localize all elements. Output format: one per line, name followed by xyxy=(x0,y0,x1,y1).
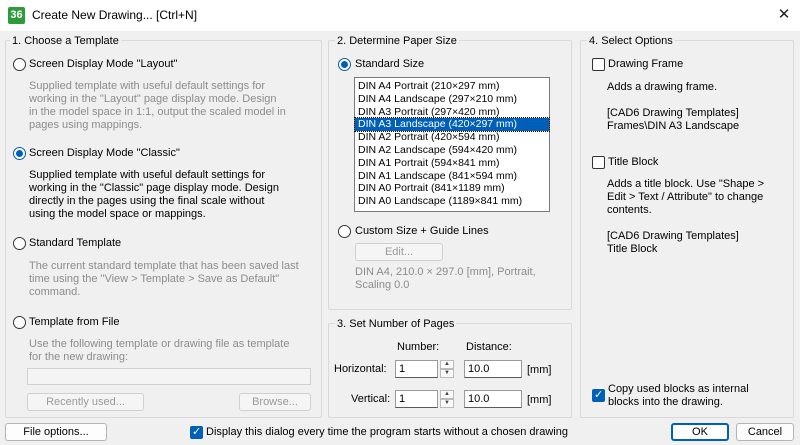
options-group xyxy=(580,40,794,418)
custom-size-radio[interactable] xyxy=(338,225,351,238)
display-dialog-label[interactable]: Display this dialog every time the progr… xyxy=(206,426,568,438)
cancel-button[interactable]: Cancel xyxy=(736,423,794,441)
edit-button[interactable]: Edit... xyxy=(355,243,443,261)
paper-size-items: DIN A4 Portrait (210×297 mm) DIN A4 Lands… xyxy=(354,80,550,208)
paper-size-item[interactable]: DIN A0 Landscape (1189×841 mm) xyxy=(355,195,549,208)
paper-size-item[interactable]: DIN A2 Portrait (420×594 mm) xyxy=(355,131,549,144)
recently-used-button[interactable]: Recently used... xyxy=(27,393,144,411)
browse-button[interactable]: Browse... xyxy=(239,393,311,411)
display-dialog-checkbox[interactable] xyxy=(190,425,203,439)
title-block-path: [CAD6 Drawing Templates] Title Block xyxy=(607,230,739,255)
paper-legend: 2. Determine Paper Size xyxy=(335,35,459,47)
paper-size-item[interactable]: DIN A1 Landscape (841×594 mm) xyxy=(355,170,549,183)
horizontal-label: Horizontal: xyxy=(334,363,387,375)
layout-description: Supplied template with useful default se… xyxy=(29,80,286,131)
spin-down-icon[interactable]: ▼ xyxy=(440,399,454,408)
template-legend: 1. Choose a Template xyxy=(10,35,121,47)
distance-header: Distance: xyxy=(466,341,512,353)
file-options-button[interactable]: File options... xyxy=(5,423,107,441)
title-block-label[interactable]: Title Block xyxy=(608,156,658,168)
template-file-radio[interactable] xyxy=(13,316,26,329)
paper-size-item[interactable]: DIN A2 Landscape (594×420 mm) xyxy=(355,144,549,157)
title-block-checkbox[interactable] xyxy=(592,156,605,169)
vertical-number-spinner[interactable]: ▲ ▼ xyxy=(440,390,454,408)
paper-size-item[interactable]: DIN A1 Portrait (594×841 mm) xyxy=(355,157,549,170)
copy-blocks-checkbox[interactable] xyxy=(592,388,605,402)
spin-up-icon[interactable]: ▲ xyxy=(440,390,454,399)
drawing-frame-label[interactable]: Drawing Frame xyxy=(608,58,683,70)
app-icon: 36 xyxy=(8,7,25,24)
drawing-frame-checkbox[interactable] xyxy=(592,58,605,71)
layout-label[interactable]: Screen Display Mode "Layout" xyxy=(29,58,177,70)
paper-size-item[interactable]: DIN A3 Portrait (297×420 mm) xyxy=(355,106,549,119)
paper-size-item[interactable]: DIN A3 Landscape (420×297 mm) xyxy=(354,117,550,133)
title-block-description: Adds a title block. Use "Shape > Edit > … xyxy=(607,178,765,216)
classic-radio[interactable] xyxy=(13,147,26,160)
spin-down-icon[interactable]: ▼ xyxy=(440,369,454,378)
vertical-unit: [mm] xyxy=(527,394,552,406)
spin-up-icon[interactable]: ▲ xyxy=(440,360,454,369)
standard-template-label[interactable]: Standard Template xyxy=(29,237,121,249)
standard-size-radio[interactable] xyxy=(338,58,351,71)
paper-size-summary: DIN A4, 210.0 × 297.0 [mm], Portrait, Sc… xyxy=(355,266,536,291)
layout-radio[interactable] xyxy=(13,58,26,71)
paper-size-item[interactable]: DIN A4 Landscape (297×210 mm) xyxy=(355,93,549,106)
options-legend: 4. Select Options xyxy=(587,35,675,47)
copy-blocks-label[interactable]: Copy used blocks as internal blocks into… xyxy=(608,383,788,409)
template-file-description: Use the following template or drawing fi… xyxy=(29,338,290,363)
window-title: Create New Drawing... [Ctrl+N] xyxy=(32,8,198,22)
drawing-frame-description: Adds a drawing frame. xyxy=(607,81,718,93)
paper-size-item[interactable]: DIN A4 Portrait (210×297 mm) xyxy=(355,80,549,93)
horizontal-distance-input[interactable]: 10.0 xyxy=(464,360,522,378)
paper-size-list[interactable]: DIN A4 Portrait (210×297 mm) DIN A4 Lands… xyxy=(354,77,550,212)
classic-description: Supplied template with useful default se… xyxy=(29,169,279,220)
standard-size-label[interactable]: Standard Size xyxy=(355,58,424,70)
horizontal-unit: [mm] xyxy=(527,364,552,376)
vertical-distance-input[interactable]: 10.0 xyxy=(464,390,522,408)
template-file-path-input[interactable] xyxy=(27,368,311,385)
vertical-number-input[interactable]: 1 xyxy=(395,390,438,408)
pages-legend: 3. Set Number of Pages xyxy=(335,318,457,330)
standard-template-radio[interactable] xyxy=(13,237,26,250)
horizontal-number-spinner[interactable]: ▲ ▼ xyxy=(440,360,454,378)
horizontal-number-input[interactable]: 1 xyxy=(395,360,438,378)
template-file-label[interactable]: Template from File xyxy=(29,316,119,328)
standard-template-description: The current standard template that has b… xyxy=(29,260,299,298)
ok-button[interactable]: OK xyxy=(671,423,729,441)
close-icon[interactable]: ✕ xyxy=(774,5,794,25)
title-bar: 36 Create New Drawing... [Ctrl+N] ✕ xyxy=(0,0,800,31)
vertical-label: Vertical: xyxy=(351,393,391,405)
paper-size-item[interactable]: DIN A0 Portrait (841×1189 mm) xyxy=(355,182,549,195)
classic-label[interactable]: Screen Display Mode "Classic" xyxy=(29,147,180,159)
number-header: Number: xyxy=(397,341,440,353)
custom-size-label[interactable]: Custom Size + Guide Lines xyxy=(355,225,489,237)
drawing-frame-path: [CAD6 Drawing Templates] Frames\DIN A3 L… xyxy=(607,107,740,132)
